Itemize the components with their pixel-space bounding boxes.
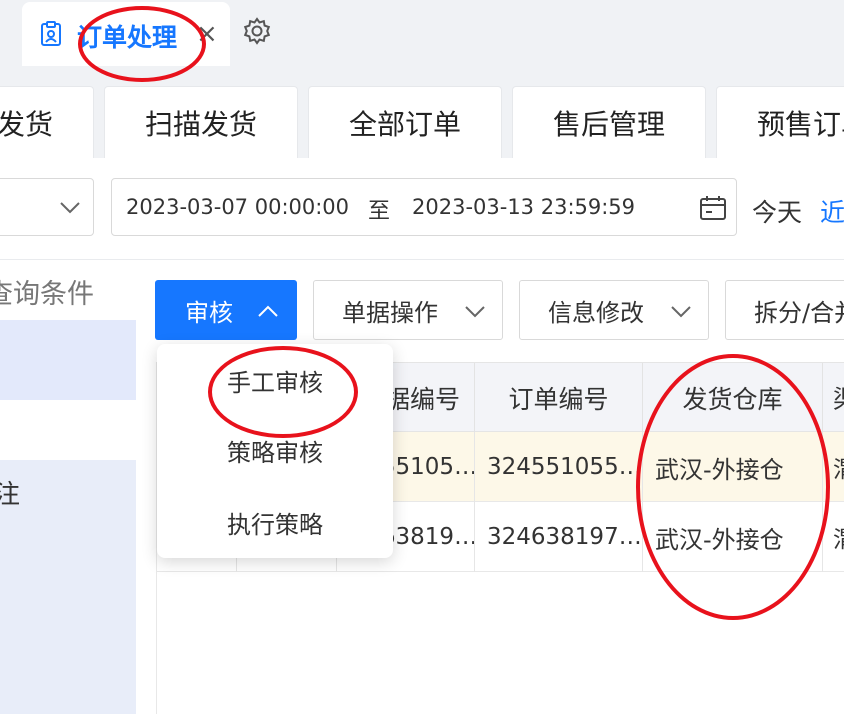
review-button-label: 审核 [185,298,233,327]
column-order-number-label: 订单编号 [508,385,609,414]
tab-presale-orders[interactable]: 预售订单 [716,86,844,158]
tab-order-processing[interactable]: 订单处理 × [22,2,230,66]
gear-icon[interactable] [242,16,272,46]
warehouse-text: 武汉-外接仓 [655,455,784,484]
info-edit-label: 信息修改 [548,298,644,327]
order-number-text: 324551055… [487,454,642,480]
close-icon[interactable]: × [196,20,218,48]
column-channel-label: 渠 [833,380,844,416]
doc-ops-dropdown-button[interactable]: 单据操作 [313,280,503,340]
tab-scan-ship[interactable]: 扫描发货 [104,86,298,158]
menu-item-execute-strategy[interactable]: 执行策略 [157,492,393,552]
tab-ship[interactable]: 发货 [0,86,94,158]
split-merge-dropdown-button[interactable]: 拆分/合并 [725,280,844,340]
date-separator: 至 [368,199,391,224]
query-panel-item-label[interactable]: 注 [0,474,20,511]
menu-item-strategy-review[interactable]: 策略审核 [157,420,393,480]
channel-text: 渭 [833,520,844,554]
date-end-value: 2023-03-13 23:59:59 [412,195,636,219]
top-tab-strip: 订单处理 × [0,0,844,66]
tab-title: 订单处理 [77,23,178,52]
chevron-down-icon [671,306,691,318]
menu-item-execute-strategy-label: 执行策略 [227,510,323,539]
query-panel-selected-item[interactable] [0,320,136,400]
date-start-value: 2023-03-07 00:00:00 [126,195,350,219]
query-panel-header: 查询条件 [0,260,136,320]
chevron-down-icon [60,202,80,214]
menu-item-manual-review-label: 手工审核 [227,368,323,397]
channel-cell: 渭 [823,502,844,572]
channel-cell: 渭 [823,432,844,502]
channel-text: 渭 [833,450,844,484]
warehouse-text: 武汉-外接仓 [655,525,784,554]
split-merge-label: 拆分/合并 [754,298,844,327]
doc-ops-label: 单据操作 [342,298,438,327]
chevron-up-icon [258,305,278,317]
quick-today-link[interactable]: 今天 [752,193,802,229]
warehouse-cell: 武汉-外接仓 [643,502,823,572]
date-range-picker[interactable]: 2023-03-07 00:00:00 至 2023-03-13 23:59:5… [111,178,737,236]
query-panel-item[interactable] [0,400,136,460]
filter-select[interactable] [0,178,94,236]
tab-all-orders-label: 全部订单 [348,107,461,141]
chevron-down-icon [465,306,485,318]
query-panel: 查询条件 注 [0,260,136,714]
review-dropdown-menu: 手工审核 策略审核 执行策略 [157,344,393,558]
tab-after-sales-label: 售后管理 [552,107,665,141]
tab-scan-ship-label: 扫描发货 [144,107,257,141]
warehouse-cell: 武汉-外接仓 [643,432,823,502]
filter-row: 2023-03-07 00:00:00 至 2023-03-13 23:59:5… [0,158,844,260]
order-number-cell: 324638197… [475,502,643,572]
menu-item-manual-review[interactable]: 手工审核 [157,350,393,410]
order-number-cell: 324551055… [475,432,643,502]
info-edit-dropdown-button[interactable]: 信息修改 [519,280,709,340]
column-channel[interactable]: 渠 [823,363,844,433]
order-number-text: 324638197… [487,524,642,550]
tab-all-orders[interactable]: 全部订单 [308,86,502,158]
clipboard-user-icon [41,21,61,46]
review-dropdown-button[interactable]: 审核 [155,280,297,340]
tab-after-sales[interactable]: 售后管理 [512,86,706,158]
calendar-icon[interactable] [698,193,728,223]
tab-presale-orders-label: 预售订单 [757,107,844,141]
panel-divider [136,260,156,714]
query-panel-title: 查询条件 [0,279,94,310]
tab-ship-label: 发货 [0,107,53,141]
column-warehouse-label: 发货仓库 [682,385,783,414]
column-warehouse[interactable]: 发货仓库 [643,363,823,433]
quick-recent-link[interactable]: 近 [820,193,844,229]
order-nav-row: 发货 扫描发货 全部订单 售后管理 预售订单 [0,66,844,158]
menu-item-strategy-review-label: 策略审核 [227,438,323,467]
order-processing-page: 订单处理 × 发货 扫描发货 全部订单 售后管理 预售订单 [0,0,844,714]
column-order-number[interactable]: 订单编号 [475,363,643,433]
